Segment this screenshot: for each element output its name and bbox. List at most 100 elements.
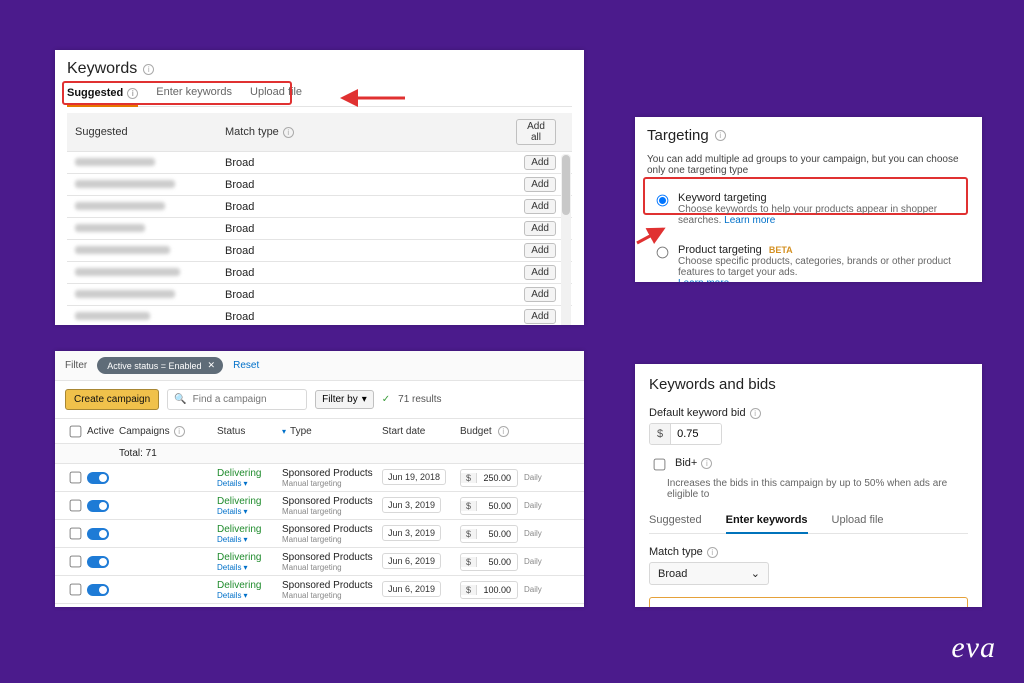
details-link[interactable]: Details ▾ (217, 535, 282, 544)
currency-label: $ (461, 529, 477, 539)
add-button[interactable]: Add (524, 243, 556, 258)
budget-frequency: Daily (524, 529, 542, 538)
keyword-entry-textarea[interactable]: social media marketing (649, 597, 968, 607)
tab-suggested[interactable]: Suggested i (67, 86, 138, 107)
budget-input[interactable]: $50.00 (460, 497, 518, 515)
start-date[interactable]: Jun 6, 2019 (382, 553, 441, 569)
col-campaigns[interactable]: Campaigns i (119, 426, 217, 437)
active-toggle[interactable] (87, 556, 109, 568)
add-button[interactable]: Add (524, 155, 556, 170)
keyword-row: BroadAdd (67, 306, 572, 325)
col-status[interactable]: Status (217, 426, 282, 437)
status-label: Delivering (217, 552, 282, 563)
total-label: Total: 71 (119, 448, 217, 459)
learn-more-link[interactable]: Learn more (678, 278, 729, 282)
add-button[interactable]: Add (524, 265, 556, 280)
match-type-value: Broad (225, 223, 365, 235)
default-bid-field[interactable] (671, 424, 721, 444)
col-budget[interactable]: Budget i (460, 426, 574, 437)
match-type-value: Broad (225, 289, 365, 301)
row-checkbox[interactable] (70, 500, 82, 512)
budget-input[interactable]: $50.00 (460, 525, 518, 543)
search-campaign-input[interactable]: 🔍 (167, 389, 307, 410)
add-all-button[interactable]: Add all (516, 119, 556, 145)
search-field[interactable] (191, 393, 301, 406)
row-checkbox[interactable] (70, 472, 82, 484)
option-product-targeting[interactable]: Product targeting BETA Choose specific p… (647, 240, 970, 282)
add-button[interactable]: Add (524, 309, 556, 324)
details-link[interactable]: Details ▾ (217, 563, 282, 572)
chevron-down-icon: ▾ (243, 507, 247, 516)
details-link[interactable]: Details ▾ (217, 479, 282, 488)
filter-chip[interactable]: Active status = Enabled ✕ (97, 357, 223, 374)
add-button[interactable]: Add (524, 177, 556, 192)
radio-product-targeting[interactable] (657, 247, 669, 259)
add-button[interactable]: Add (524, 199, 556, 214)
active-toggle[interactable] (87, 584, 109, 596)
campaign-row: DeliveringDetails ▾Sponsored ProductsMan… (55, 492, 584, 520)
keyword-text-blurred (75, 290, 175, 298)
active-toggle[interactable] (87, 500, 109, 512)
option-keyword-targeting[interactable]: Keyword targeting Choose keywords to hel… (647, 188, 970, 230)
row-checkbox[interactable] (70, 556, 82, 568)
start-date[interactable]: Jun 3, 2019 (382, 525, 441, 541)
filter-by-button[interactable]: Filter by ▾ (315, 390, 374, 409)
details-link[interactable]: Details ▾ (217, 591, 282, 600)
tab-upload-file[interactable]: Upload file (250, 86, 302, 100)
bids-heading: Keywords and bids (649, 376, 968, 393)
start-date[interactable]: Jun 6, 2019 (382, 581, 441, 597)
option-product-sub: Choose specific products, categories, br… (678, 256, 966, 278)
chevron-down-icon: ▾ (243, 563, 247, 572)
tab-enter-keywords[interactable]: Enter keywords (156, 86, 232, 100)
keyword-row: BroadAdd (67, 174, 572, 196)
col-type[interactable]: ▾ Type (282, 426, 382, 437)
active-toggle[interactable] (87, 472, 109, 484)
info-icon: i (750, 408, 761, 419)
campaign-row: DeliveringDetails ▾Sponsored ProductsMan… (55, 576, 584, 604)
scrollbar-thumb[interactable] (562, 155, 570, 215)
default-bid-input[interactable]: $ (649, 423, 722, 445)
budget-value: 50.00 (477, 529, 517, 539)
budget-input[interactable]: $100.00 (460, 581, 518, 599)
close-icon[interactable]: ✕ (208, 360, 216, 371)
col-start-date[interactable]: Start date (382, 426, 460, 437)
check-icon: ✓ (382, 394, 390, 405)
targeting-heading: Targeting i (647, 127, 970, 144)
match-type-value: Broad (225, 245, 365, 257)
scrollbar[interactable] (561, 154, 571, 325)
type-main: Sponsored Products (282, 524, 373, 535)
radio-keyword-targeting[interactable] (657, 195, 669, 207)
add-button[interactable]: Add (524, 221, 556, 236)
row-checkbox[interactable] (70, 584, 82, 596)
type-main: Sponsored Products (282, 552, 373, 563)
tab-suggested-label: Suggested (67, 87, 123, 99)
learn-more-link[interactable]: Learn more (724, 215, 775, 226)
budget-input[interactable]: $50.00 (460, 553, 518, 571)
match-type-select[interactable]: Broad ⌄ (649, 562, 769, 585)
option-keyword-title: Keyword targeting (678, 192, 966, 204)
reset-link[interactable]: Reset (233, 360, 259, 371)
details-link[interactable]: Details ▾ (217, 507, 282, 516)
row-checkbox[interactable] (70, 528, 82, 540)
create-campaign-button[interactable]: Create campaign (65, 389, 159, 410)
keyword-text-blurred (75, 180, 175, 188)
select-all-checkbox[interactable] (70, 425, 82, 437)
start-date[interactable]: Jun 3, 2019 (382, 497, 441, 513)
tab-upload-file[interactable]: Upload file (832, 514, 884, 533)
tab-suggested[interactable]: Suggested (649, 514, 702, 533)
add-button[interactable]: Add (524, 287, 556, 302)
keyword-row: BroadAdd (67, 152, 572, 174)
bid-plus-checkbox[interactable] (654, 459, 666, 471)
info-icon: i (283, 127, 294, 138)
chevron-down-icon: ▾ (243, 479, 247, 488)
type-sub: Manual targeting (282, 479, 373, 488)
status-label: Delivering (217, 580, 282, 591)
keywords-heading-text: Keywords (67, 60, 137, 78)
search-icon: 🔍 (174, 394, 186, 405)
active-toggle[interactable] (87, 528, 109, 540)
budget-input[interactable]: $250.00 (460, 469, 518, 487)
campaign-row: DeliveringDetails ▾Sponsored ProductsMan… (55, 548, 584, 576)
keywords-heading: Keywords i (67, 60, 572, 78)
tab-enter-keywords[interactable]: Enter keywords (726, 514, 808, 534)
start-date[interactable]: Jun 19, 2018 (382, 469, 446, 485)
